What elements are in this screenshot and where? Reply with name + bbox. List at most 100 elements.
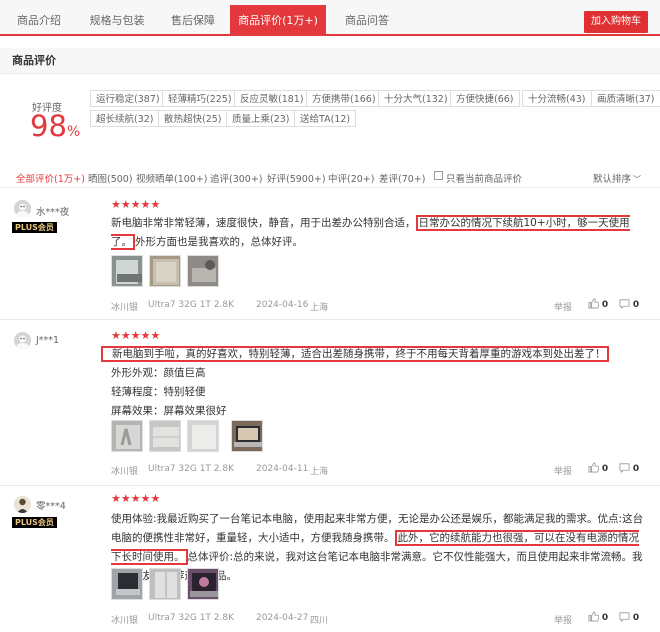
review-detail-line: 轻薄程度：特别轻便: [111, 386, 206, 398]
user-avatar: [14, 332, 31, 349]
review-date: 2024-04-16: [256, 300, 309, 310]
filter-videos[interactable]: 视频晒单(100+): [136, 171, 208, 185]
sort-dropdown[interactable]: 默认排序 ﹀: [593, 171, 641, 185]
comment-count: 0: [632, 464, 640, 474]
review-photo[interactable]: [111, 420, 143, 452]
review-text-part: 新电脑非常非常轻薄，速度很快，静音，用于出差办公特别合适，: [111, 217, 416, 229]
review-location: 上海: [310, 467, 329, 477]
review-item: 水***夜 PLUS会员 ★★★★★ 新电脑非常非常轻薄，速度很快，静音，用于出…: [0, 192, 660, 320]
report-link[interactable]: 举报: [554, 300, 572, 313]
review-text-part: 外形方面也是我喜欢的，总体好评。: [135, 236, 303, 248]
add-to-cart-button[interactable]: 加入购物车: [584, 11, 648, 33]
thumbs-up-icon: [588, 298, 600, 309]
user-avatar: [14, 200, 31, 217]
review-photo[interactable]: [149, 255, 181, 287]
tab-qa[interactable]: 商品问答: [338, 7, 396, 34]
highlighted-text: 新电脑到手啦，真的好喜欢，特别轻薄，适合出差随身携带，终于不用每天背着厚重的游戏…: [101, 346, 609, 362]
report-link[interactable]: 举报: [554, 613, 572, 626]
report-link[interactable]: 举报: [554, 464, 572, 477]
comment-count: 0: [632, 300, 640, 310]
review-photo[interactable]: [231, 420, 263, 452]
review-photo[interactable]: [187, 568, 219, 600]
comment-button[interactable]: 0: [619, 462, 639, 474]
review-photo[interactable]: [187, 255, 219, 287]
like-button[interactable]: 0: [588, 298, 608, 310]
username: 水***夜: [36, 207, 70, 218]
review-date: 2024-04-27: [256, 613, 309, 623]
rating-number: 98: [30, 109, 67, 143]
rating-value: 98%: [30, 109, 80, 143]
like-count: 0: [601, 464, 609, 474]
tab-product-intro[interactable]: 商品介绍: [10, 7, 68, 34]
current-product-checkbox[interactable]: [434, 171, 443, 180]
review-date: 2024-04-11: [256, 464, 309, 474]
review-location: 上海: [310, 303, 329, 313]
review-photo[interactable]: [111, 255, 143, 287]
review-tag[interactable]: 轻薄精巧(225): [162, 90, 238, 107]
user-avatar: [14, 496, 31, 513]
filter-positive[interactable]: 好评(5900+): [267, 171, 326, 185]
comment-icon: [619, 612, 630, 622]
thumbs-up-icon: [588, 611, 600, 622]
like-count: 0: [601, 613, 609, 623]
review-tag[interactable]: 超长续航(32): [90, 110, 160, 127]
purchase-spec: Ultra7 32G 1T 2.8K: [148, 613, 235, 623]
review-tag[interactable]: 十分大气(132): [378, 90, 454, 107]
sort-label: 默认排序: [593, 174, 632, 185]
review-photo[interactable]: [149, 568, 181, 600]
comment-count: 0: [632, 613, 640, 623]
username: J***1: [36, 335, 60, 346]
purchase-spec: Ultra7 32G 1T 2.8K: [148, 300, 235, 310]
review-text: 新电脑非常非常轻薄，速度很快，静音，用于出差办公特别合适， 日常办公的情况下续航1…: [111, 214, 646, 252]
review-tag[interactable]: 质量上乘(23): [226, 110, 296, 127]
review-item: 零***4 PLUS会员 ★★★★★ 使用体验:我最近购买了一台笔记本电脑，使用…: [0, 488, 660, 632]
plus-member-badge: PLUS会员: [12, 517, 57, 528]
current-product-label: 只看当前商品评价: [446, 174, 523, 185]
tab-after-sales[interactable]: 售后保障: [164, 7, 222, 34]
like-button[interactable]: 0: [588, 462, 608, 474]
tab-specs-packaging[interactable]: 规格与包装: [82, 7, 152, 34]
star-rating: ★★★★★: [111, 329, 161, 342]
filter-neutral[interactable]: 中评(20+): [328, 171, 374, 185]
review-photo[interactable]: [187, 420, 219, 452]
review-tag[interactable]: 送给TA(12): [294, 110, 357, 127]
review-tag[interactable]: 十分流畅(43): [522, 90, 592, 107]
review-tag[interactable]: 散热超快(25): [158, 110, 228, 127]
comment-button[interactable]: 0: [619, 298, 639, 310]
comment-button[interactable]: 0: [619, 611, 639, 623]
tab-reviews[interactable]: 商品评价(1万+): [230, 5, 326, 36]
review-text: 新电脑到手啦，真的好喜欢，特别轻薄，适合出差随身携带，终于不用每天背着厚重的游戏…: [101, 345, 646, 364]
star-rating: ★★★★★: [111, 198, 161, 211]
filter-all[interactable]: 全部评价(1万+): [16, 171, 85, 185]
review-item: J***1 ★★★★★ 新电脑到手啦，真的好喜欢，特别轻薄，适合出差随身携带，终…: [0, 322, 660, 486]
review-tag[interactable]: 方便快捷(66): [450, 90, 520, 107]
review-tag[interactable]: 运行稳定(387): [90, 90, 166, 107]
review-location: 四川: [310, 616, 329, 626]
filter-negative[interactable]: 差评(70+): [379, 171, 425, 185]
rating-unit: %: [66, 124, 81, 140]
filter-followups[interactable]: 追评(300+): [210, 171, 263, 185]
review-tag[interactable]: 画质清晰(37): [591, 90, 660, 107]
filter-photos[interactable]: 晒图(500): [88, 171, 133, 185]
comment-icon: [619, 299, 630, 309]
username: 零***4: [36, 501, 66, 512]
purchase-color: 冰川银: [111, 616, 139, 626]
section-title: 商品评价: [0, 48, 660, 74]
plus-member-badge: PLUS会员: [12, 222, 57, 233]
chevron-down-icon: ﹀: [633, 175, 642, 184]
review-detail-line: 屏幕效果：屏幕效果很好: [111, 405, 227, 417]
purchase-color: 冰川银: [111, 467, 139, 477]
review-photo[interactable]: [111, 568, 143, 600]
comment-icon: [619, 463, 630, 473]
product-tab-bar: 商品介绍 规格与包装 售后保障 商品评价(1万+) 商品问答 加入购物车: [0, 0, 660, 36]
review-tag[interactable]: 反应灵敏(181): [234, 90, 310, 107]
review-tag[interactable]: 方便携带(166): [306, 90, 382, 107]
star-rating: ★★★★★: [111, 492, 161, 505]
review-filter-bar: 全部评价(1万+) 晒图(500) 视频晒单(100+) 追评(300+) 好评…: [0, 166, 660, 188]
review-detail-line: 外形外观：颜值巨高: [111, 367, 206, 379]
thumbs-up-icon: [588, 462, 600, 473]
purchase-color: 冰川银: [111, 303, 139, 313]
review-photo[interactable]: [149, 420, 181, 452]
like-button[interactable]: 0: [588, 611, 608, 623]
purchase-spec: Ultra7 32G 1T 2.8K: [148, 464, 235, 474]
